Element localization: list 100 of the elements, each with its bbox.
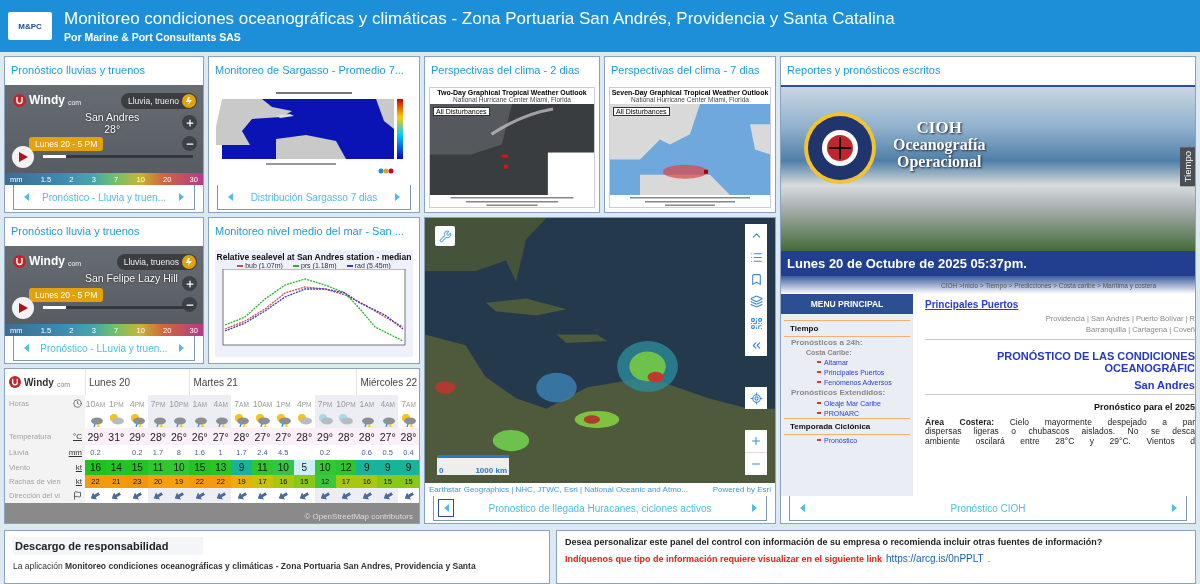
timeline-track[interactable]	[43, 155, 193, 158]
menu-group-label: Pronósticos a 24h:	[790, 337, 864, 348]
layer-selector[interactable]: Lluvia, truenos	[116, 254, 197, 270]
map-attribution: Earthstar Geographics | NHC, JTWC, Esri | National Oceanic and Atmo...	[429, 485, 688, 494]
timeline-track[interactable]	[43, 306, 193, 309]
panel-title: Monitoreo nivel medio del mar - San ...	[214, 224, 405, 239]
flag-icon	[73, 491, 82, 500]
page-subtitle: Por Marine & Port Consultants SAS	[64, 31, 242, 43]
logo-icon	[9, 376, 21, 388]
next-icon	[1171, 504, 1177, 512]
clock-icon	[73, 399, 82, 408]
wind-value: 14	[105, 460, 127, 475]
wind-value: 13	[210, 460, 232, 475]
wind-value: 9	[377, 460, 399, 475]
locate-button[interactable]	[745, 387, 767, 409]
logo-text: Windy	[29, 254, 65, 268]
panel-title: Perspectivas del clima - 2 dias	[430, 63, 581, 78]
page-title: Monitoreo condiciones oceanográficas y climáticas - Zona Portuaria San Andrés, Providencia y Santa Catalina	[64, 9, 895, 29]
temperature-value: 29°	[317, 430, 333, 443]
locate-icon	[749, 391, 763, 405]
section-link[interactable]: Principales Puertos	[925, 299, 1195, 310]
wind-value: 5	[293, 460, 315, 475]
panel-title: Reportes y pronósticos escritos	[786, 63, 942, 78]
zoom-out-button[interactable]	[182, 136, 197, 151]
wind-value: 15	[126, 460, 148, 475]
list-icon	[749, 250, 763, 264]
chart-title: Relative sealevel at San Andres station - median	[216, 252, 412, 262]
zoom-in-button[interactable]	[182, 276, 197, 291]
forecast-heading: PRONÓSTICO DE LAS CONDICIONES OCEANOGRÁFIC	[995, 349, 1195, 374]
plus-icon	[750, 435, 762, 447]
wind-value: 10	[168, 460, 190, 475]
temperature-value: 28°	[296, 430, 313, 443]
zoom-in-button[interactable]	[182, 115, 197, 130]
location-label: San Andres	[85, 111, 140, 123]
unit-label: kt	[75, 477, 82, 486]
wind-value: 15	[189, 460, 211, 475]
wind-value: 10	[272, 460, 294, 475]
previous-icon	[227, 193, 233, 201]
logo-text: Windy	[24, 376, 54, 388]
dash-icon	[817, 371, 821, 373]
carousel-label: Pronostico de llegada Huracanes, ciclones activos	[488, 502, 712, 514]
panel-title: Descargo de responsabilidad	[13, 537, 203, 555]
logo-text: Windy	[29, 93, 65, 107]
storm-icon	[182, 94, 196, 108]
wind-value: 11	[147, 460, 169, 475]
dash-icon	[817, 439, 821, 441]
temperature-value: 26°	[191, 430, 208, 443]
wind-value: 12	[335, 460, 357, 475]
previous-icon	[443, 504, 449, 512]
menu-group-label: Pronósticos Extendidos:	[790, 387, 887, 398]
next-icon	[395, 193, 401, 201]
scale-label: 1000 km	[475, 466, 507, 475]
wind-value: 16	[85, 460, 106, 475]
survey-link[interactable]: https://arcg.is/0nPPLT	[886, 553, 984, 564]
emblem-icon	[803, 111, 877, 185]
wind-value: 11	[252, 460, 273, 475]
play-button[interactable]	[12, 146, 34, 168]
layer-selector[interactable]: Lluvia, trueno	[120, 93, 197, 109]
unit-label: °C	[73, 432, 82, 441]
previous-icon	[23, 193, 29, 201]
menu-title: MENU PRINCIPAL	[781, 294, 913, 314]
map-attribution: © OpenStreetMap contributors	[304, 512, 413, 521]
contact-question: Desea personalizar este panel del control con información de su empresa o recomienda incluir otras fuentes de información?	[565, 537, 1104, 547]
forecast-date: Pronóstico para el 2025	[1092, 400, 1195, 414]
unit-label: mm	[68, 448, 82, 457]
disclaimer-text: La aplicación Monitoreo condiciones oceanográficas y climáticas - Zona Portuaria San Andres, Providencia y Santa	[13, 561, 477, 571]
temperature-value: 28°	[338, 430, 354, 443]
dash-icon	[817, 402, 821, 404]
sun-cloud-icon	[295, 413, 313, 427]
temperature-value: 31°	[108, 430, 125, 443]
plus-icon	[184, 117, 195, 128]
time-tooltip: Lunes 20 - 5 PM	[29, 288, 104, 302]
scale-label: 0	[439, 466, 444, 475]
plus-icon	[184, 278, 195, 289]
temperature-value: 28°	[358, 430, 375, 443]
moon-cloud-icon	[316, 413, 334, 427]
logo-text: M&PC	[18, 21, 42, 31]
carousel-label: Distribución Sargasso 7 dias	[250, 191, 378, 203]
temperature-value: 29°	[129, 430, 146, 443]
previous-button[interactable]	[438, 499, 454, 517]
temperature-label: 28°	[104, 123, 121, 135]
wind-value: 10	[314, 460, 336, 475]
banner-title: Operacional	[897, 153, 982, 171]
unit-label: kt	[75, 463, 82, 472]
tool-button[interactable]	[435, 226, 455, 246]
carousel-label: Pronóstico - Lluvia y truen...	[42, 191, 166, 203]
panel-title: Pronóstico lluvias y truenos	[10, 63, 146, 78]
play-button[interactable]	[12, 297, 34, 319]
previous-icon	[799, 504, 805, 512]
play-icon	[18, 152, 28, 162]
panel-title: Monitoreo de Sargasso - Promedio 7...	[214, 63, 405, 78]
side-tab[interactable]: Tiempo	[1180, 147, 1195, 187]
menu-section: Temporada Ciclónica	[784, 418, 910, 435]
period-text: .	[987, 554, 991, 564]
temperature-value: 27°	[254, 430, 271, 443]
carousel-label: Pronóstico - LLuvia y truen...	[40, 342, 168, 354]
next-icon	[751, 504, 757, 512]
location-label: San Felipe Lazy Hill	[85, 272, 178, 284]
next-icon	[179, 344, 185, 352]
logo-icon	[13, 254, 26, 268]
